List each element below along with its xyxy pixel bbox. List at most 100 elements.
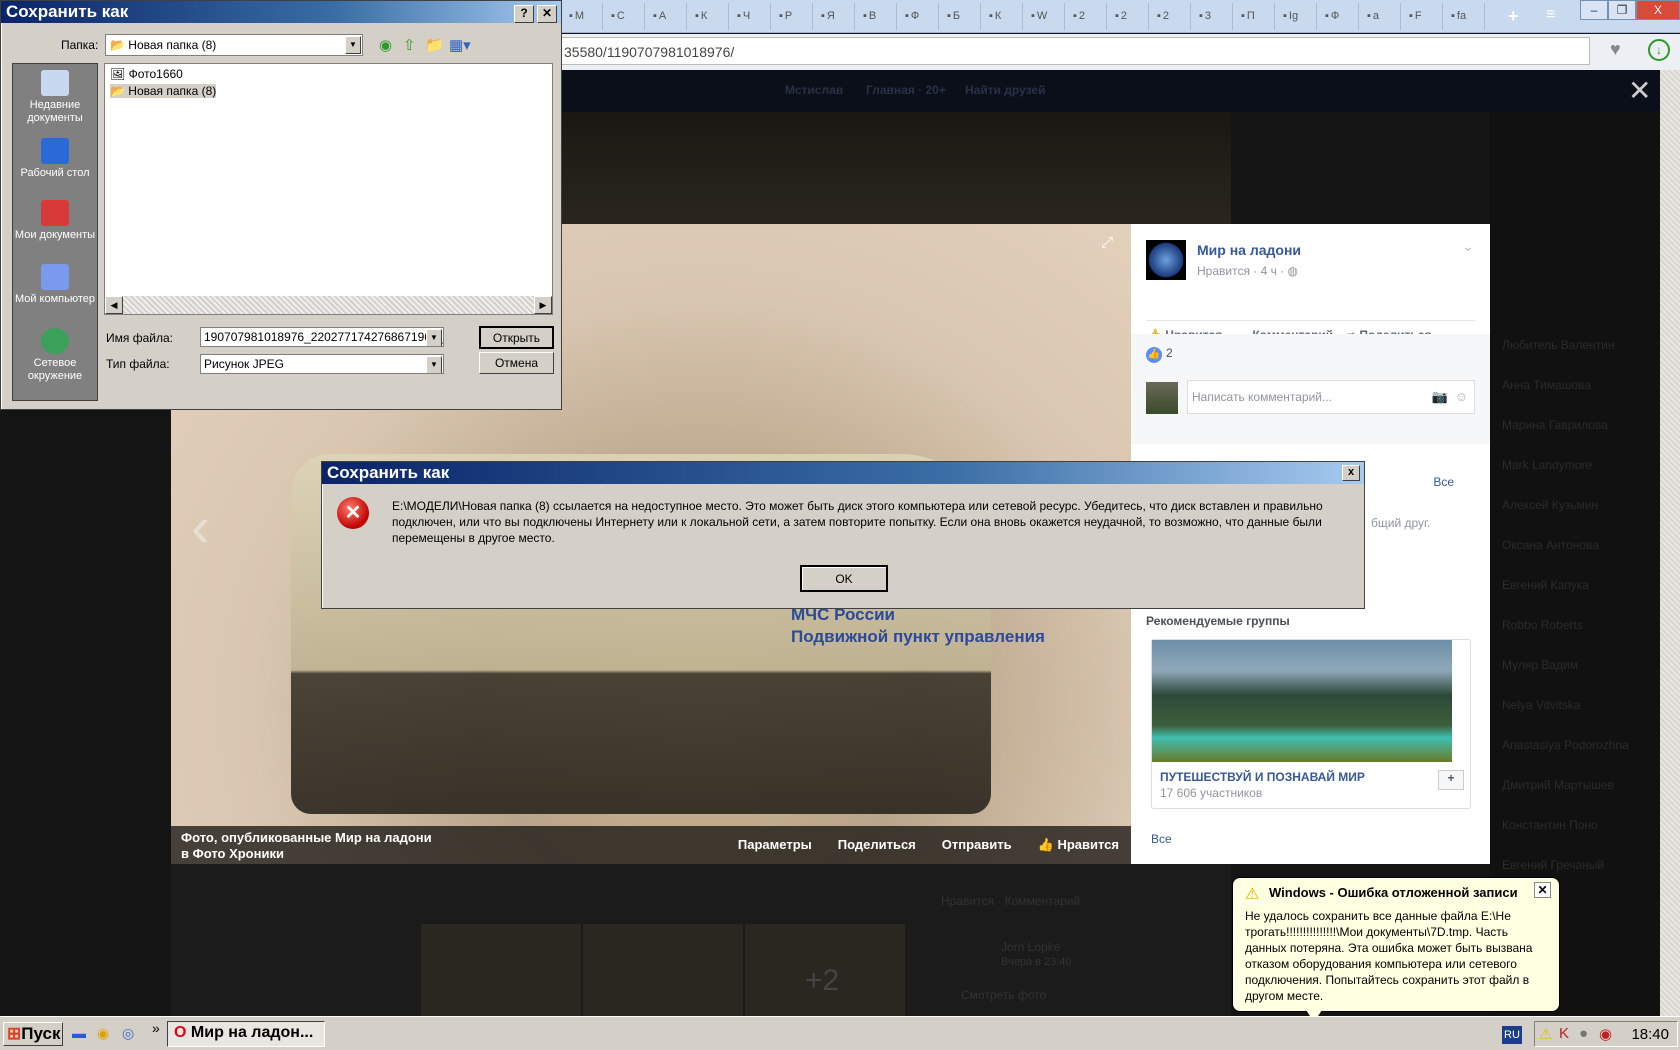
folder-select[interactable]: 📂 Новая папка (8) ▼ (105, 34, 363, 56)
see-all-groups-link[interactable]: Все (1151, 832, 1172, 846)
back-icon[interactable]: ◉ (379, 36, 392, 54)
open-button[interactable]: Открыть (479, 326, 554, 349)
more-quicklaunch-button[interactable]: » (152, 1020, 160, 1036)
place-my-computer[interactable]: Мой компьютер (13, 264, 97, 306)
close-photo-icon[interactable]: ✕ (1628, 74, 1651, 107)
notification-balloon[interactable]: ⚠ Windows - Ошибка отложенной записи ✕ Н… (1232, 877, 1560, 1012)
browser-tab[interactable]: ▪ А (649, 3, 687, 30)
chat-friend[interactable]: Оксана Антонова (1502, 538, 1599, 552)
emoji-icon[interactable]: ☺ (1455, 389, 1468, 404)
language-indicator[interactable]: RU (1502, 1026, 1522, 1044)
caption-album[interactable]: в Фото Хроники (181, 846, 284, 861)
filetype-select[interactable]: Рисунок JPEG ▼ (200, 354, 444, 374)
browser-tab[interactable]: ▪ С (607, 3, 645, 30)
aimp-icon[interactable]: ◉ (97, 1025, 109, 1042)
chat-friend[interactable]: Евгений Гречаный (1502, 858, 1604, 872)
folder-item[interactable]: 📂 Новая папка (8) (110, 84, 217, 98)
more-photos-count[interactable]: +2 (805, 964, 839, 998)
chat-friend[interactable]: Дмитрий Мартышев (1502, 778, 1614, 792)
browser-tab[interactable]: ▪ W (1027, 3, 1065, 30)
kaspersky-icon[interactable]: K (1559, 1025, 1569, 1042)
chat-friend[interactable]: Евгений Капука (1502, 578, 1589, 592)
chat-friend[interactable]: Любитель Валентин (1502, 338, 1614, 352)
new-folder-icon[interactable]: 📁 (425, 36, 444, 54)
browser-tab[interactable]: ▪ 3 (1195, 3, 1233, 30)
browser-tab[interactable]: ▪ fa (1447, 3, 1485, 30)
browser-tab[interactable]: ▪ Я (817, 3, 855, 30)
heart-icon[interactable]: ♥ (1610, 39, 1621, 60)
options-button[interactable]: Параметры (738, 837, 812, 853)
see-all-link[interactable]: Все (1433, 475, 1454, 489)
new-tab-button[interactable]: + (1508, 6, 1519, 27)
close-button[interactable]: x (1342, 465, 1360, 481)
group-cover-image[interactable] (1152, 640, 1452, 762)
browser-tab[interactable]: ▪ M (565, 3, 603, 30)
browser-tab[interactable]: ▪ a (1363, 3, 1401, 30)
expand-icon[interactable]: ⤢ (1101, 234, 1113, 251)
show-desktop-icon[interactable]: ▬ (72, 1025, 86, 1041)
minimize-button[interactable]: – (1580, 0, 1608, 20)
browser-tab[interactable]: ▪ Ф (901, 3, 939, 30)
share-button[interactable]: Поделиться (838, 837, 916, 853)
nav-home[interactable]: Главная · 20+ (866, 83, 946, 97)
up-folder-icon[interactable]: ⇧ (403, 36, 416, 54)
page-name[interactable]: Мир на ладони (1197, 242, 1301, 258)
balloon-close-button[interactable]: ✕ (1534, 882, 1551, 898)
warning-icon[interactable]: ⚠ (1539, 1025, 1552, 1043)
media-player-icon[interactable]: ◎ (122, 1025, 134, 1042)
cancel-button[interactable]: Отмена (479, 352, 554, 374)
browser-tab[interactable]: ▪ Б (943, 3, 981, 30)
page-scrollbar[interactable] (1660, 70, 1680, 1016)
chat-friend[interactable]: Анна Тимашова (1502, 378, 1591, 392)
file-list[interactable]: 🖼 Фото1660 📂 Новая папка (8) ◀ ▶ (104, 63, 553, 315)
chat-friend[interactable]: Mark Landymore (1502, 458, 1592, 472)
horizontal-scrollbar[interactable]: ◀ ▶ (105, 296, 552, 314)
chat-friend[interactable]: Nelya Vitvitska (1502, 698, 1580, 712)
ok-button[interactable]: OK (800, 565, 888, 592)
nav-profile[interactable]: Мстислав (785, 83, 843, 97)
browser-tab[interactable]: ▪ В (859, 3, 897, 30)
camera-icon[interactable]: 📷 (1432, 389, 1448, 405)
browser-tab[interactable]: ▪ Ч (733, 3, 771, 30)
browser-tab[interactable]: ▪ К (985, 3, 1023, 30)
chat-friend[interactable]: Константин Поно (1502, 818, 1598, 832)
comment-input[interactable]: Написать комментарий... 📷 ☺ (1187, 380, 1475, 414)
view-photo-link[interactable]: Смотреть фото (961, 988, 1046, 1002)
start-button[interactable]: ⊞Пуск (3, 1022, 63, 1046)
chat-friend[interactable]: Марина Гаврилова (1502, 418, 1608, 432)
like-count[interactable]: 👍 2 (1146, 346, 1173, 363)
browser-tab[interactable]: ▪ Ig (1279, 3, 1317, 30)
browser-tab[interactable]: ▪ F (1405, 3, 1443, 30)
url-input[interactable]: 35580/1190707981018976/ (555, 37, 1590, 65)
nav-find-friends[interactable]: Найти друзей (965, 83, 1045, 97)
join-group-button[interactable]: + (1438, 770, 1464, 790)
browser-tab[interactable]: ▪ 2 (1111, 3, 1149, 30)
chat-friend[interactable]: Муляр Вадим (1502, 658, 1578, 672)
chat-friend[interactable]: Anastasiya Podorozhna (1502, 738, 1629, 752)
network-tray-icon[interactable]: ● (1579, 1025, 1588, 1042)
app-tray-icon[interactable]: ◉ (1599, 1025, 1612, 1043)
browser-tab[interactable]: ▪ К (691, 3, 729, 30)
browser-tab[interactable]: ▪ Р (775, 3, 813, 30)
browser-tab[interactable]: ▪ П (1237, 3, 1275, 30)
group-card[interactable]: ПУТЕШЕСТВУЙ И ПОЗНАВАЙ МИР 17 606 участн… (1151, 639, 1471, 809)
download-icon[interactable]: ↓ (1648, 39, 1670, 61)
place-network[interactable]: Сетевое окружение (13, 328, 97, 383)
chevron-down-icon[interactable]: ⌄ (1462, 238, 1474, 255)
filename-input[interactable]: 190707981018976_2202771742768671963_n ▼ (200, 327, 444, 347)
place-desktop[interactable]: Рабочий стол (13, 138, 97, 180)
comment-author[interactable]: Jorn Lopke (1001, 940, 1060, 954)
chat-friend[interactable]: Алексей Кузьмин (1502, 498, 1598, 512)
close-button[interactable]: ✕ (537, 5, 557, 23)
chat-friend[interactable]: Robbo Roberts (1502, 618, 1583, 632)
help-button[interactable]: ? (514, 5, 534, 23)
place-my-documents[interactable]: Мои документы (13, 200, 97, 242)
group-name[interactable]: ПУТЕШЕСТВУЙ И ПОЗНАВАЙ МИР (1160, 770, 1365, 784)
send-button[interactable]: Отправить (942, 837, 1012, 853)
file-item[interactable]: 🖼 Фото1660 (110, 67, 183, 81)
view-menu-icon[interactable]: ▦▾ (449, 36, 471, 54)
browser-tab[interactable]: ▪ Ф (1321, 3, 1359, 30)
close-window-button[interactable]: X (1636, 0, 1680, 20)
place-recent[interactable]: Недавние документы (13, 70, 97, 125)
caption-title[interactable]: Фото, опубликованные Мир на ладони (181, 830, 432, 845)
